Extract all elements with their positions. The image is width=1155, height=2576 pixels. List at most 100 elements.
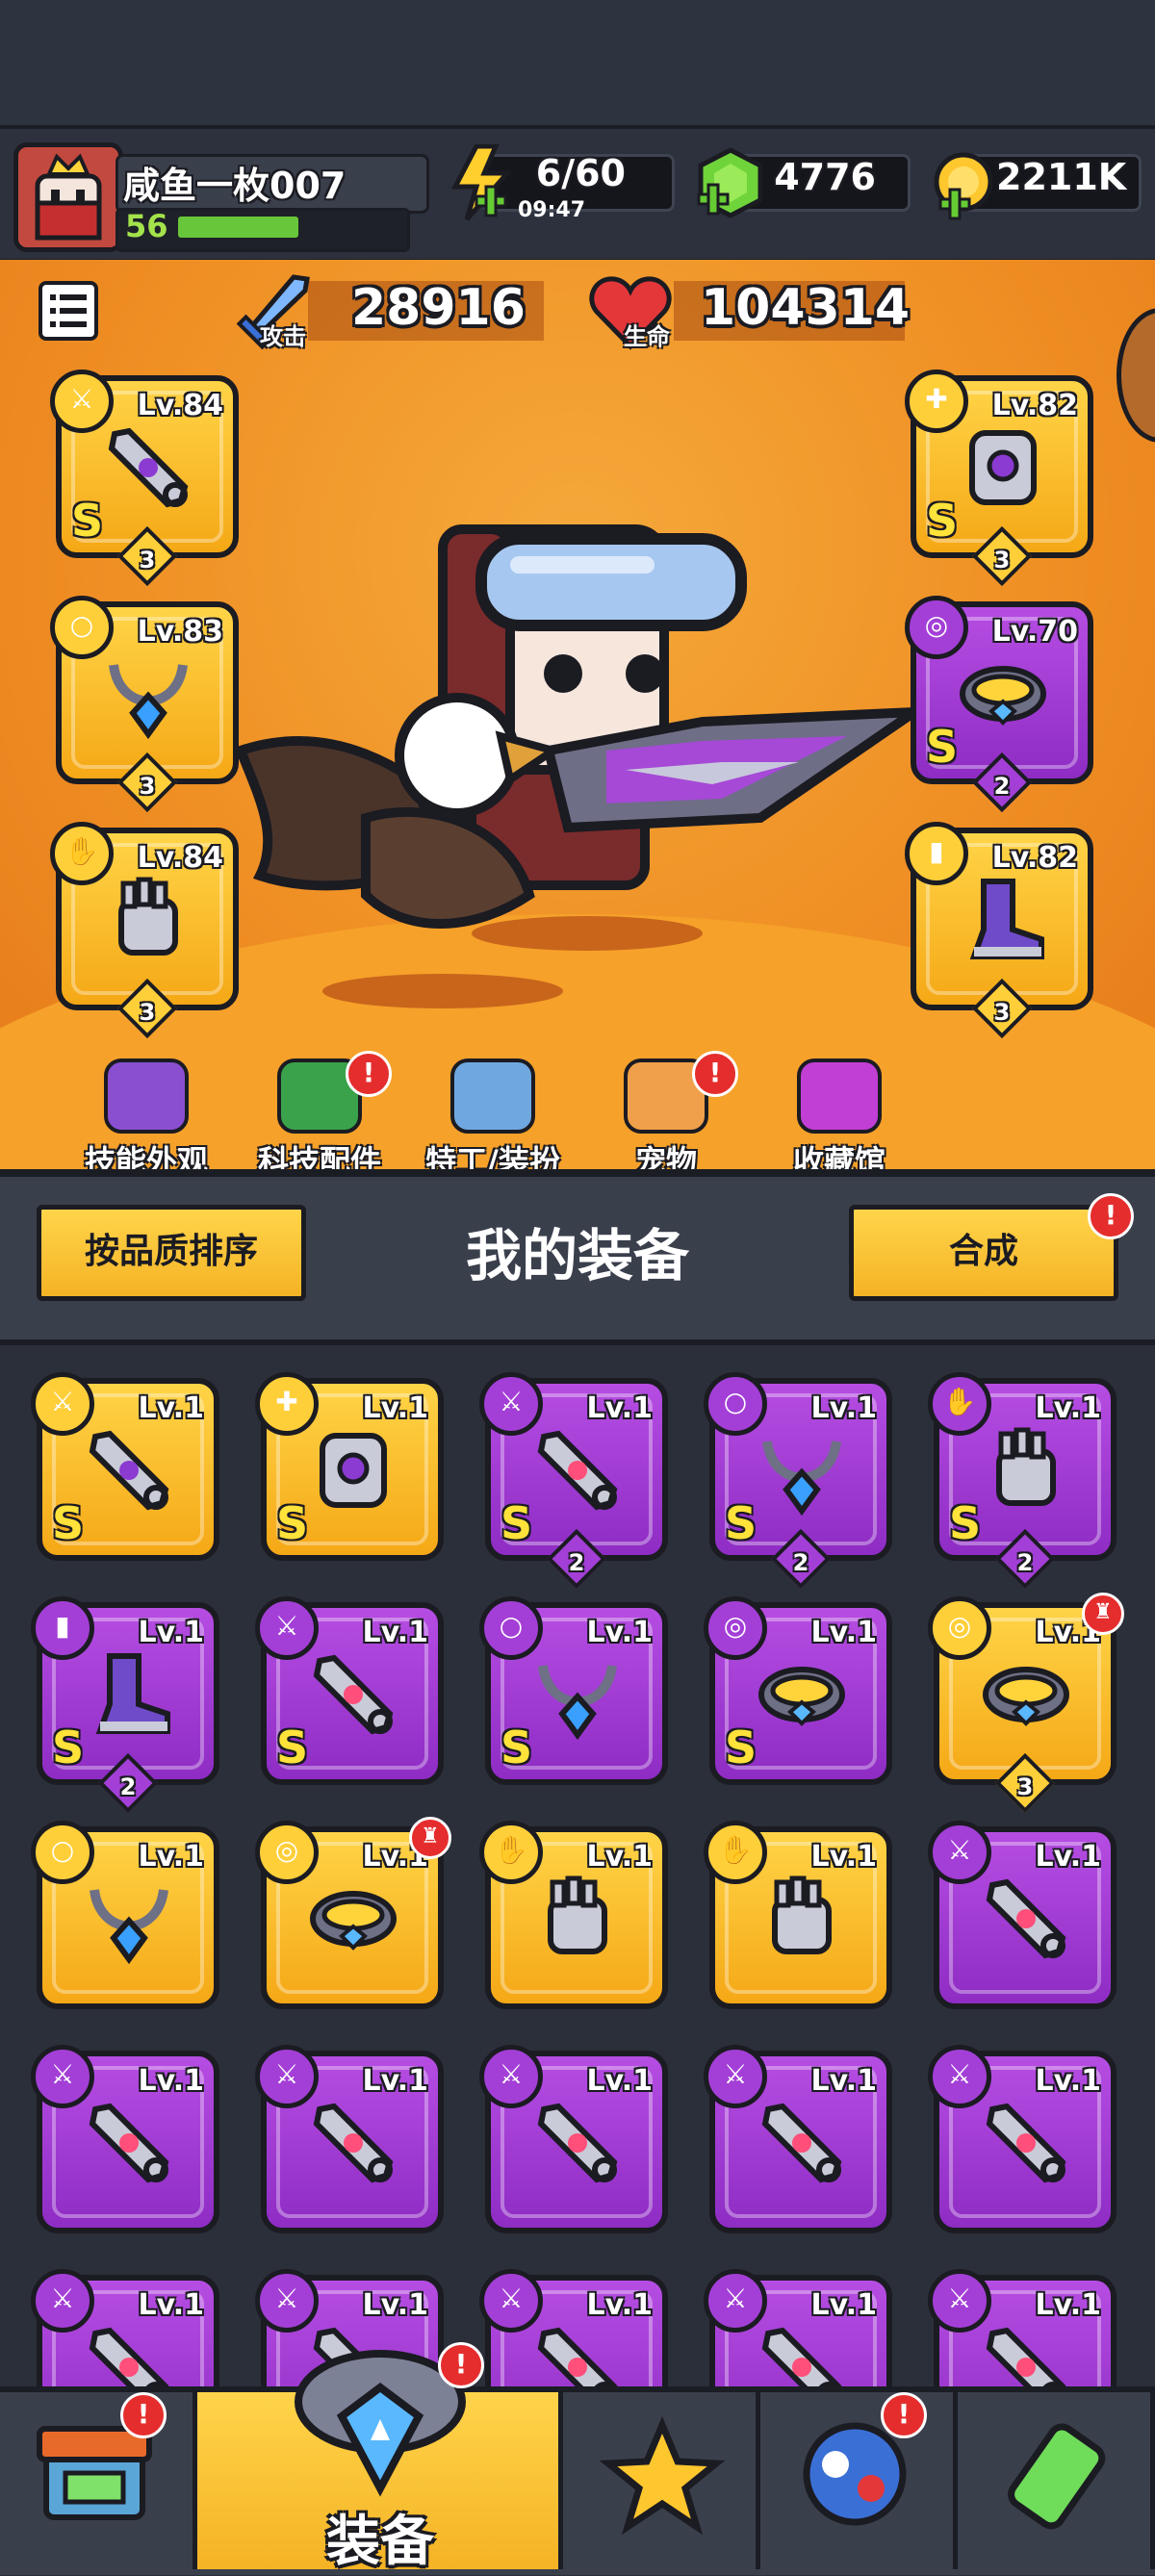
equipped-necklace[interactable]: ○ Lv.83 3 [50,596,239,813]
boots-type-icon: ▮ [31,1596,94,1660]
menu-list-icon[interactable] [38,281,98,341]
nav-battle[interactable] [563,2392,760,2569]
inventory-weapon[interactable]: ⚔ Lv.1 [479,2045,668,2233]
inventory-armor[interactable]: ✚ Lv.1 S [255,1372,444,1561]
armor-alert-icon: ♜ [1082,1593,1124,1635]
hp-label: 生命 [624,323,670,350]
necklace-type-icon: ○ [31,1821,94,1884]
equipped-belt[interactable]: ◎ Lv.70 S 2 [905,596,1093,813]
menu-item-1[interactable]: 科技配件 ! [238,1051,401,1180]
boots-icon [81,1646,177,1743]
item-level: Lv.1 [586,1840,654,1874]
item-grade: S [949,1497,982,1549]
weapon-type-icon: ⚔ [255,2269,319,2333]
inventory-weapon[interactable]: ⚔ Lv.1 [704,2045,892,2233]
inventory-weapon[interactable]: ⚔ Lv.1 [928,1821,1116,2009]
weapon-icon [529,1422,626,1518]
alert-badge: ! [120,2392,167,2438]
boots-icon [955,872,1051,968]
inventory-belt[interactable]: ◎ Lv.1 ♜ [255,1817,451,2009]
item-star-count: 2 [568,1549,585,1576]
item-level: Lv.1 [1035,2288,1102,2322]
gloves-type-icon: ✋ [50,822,114,885]
weapon-icon [81,1422,177,1518]
gloves-type-icon: ✋ [928,1372,991,1436]
hero-character[interactable] [221,510,932,1014]
inventory-weapon[interactable]: ⚔ Lv.1 [704,2269,892,2392]
player-avatar[interactable] [13,142,123,252]
item-star-count: 3 [139,999,156,1026]
necklace-type-icon: ○ [479,1596,543,1660]
necklace-icon [81,1871,177,1967]
item-grade: S [926,721,959,773]
armor-icon [305,1422,401,1518]
nav-stars[interactable]: ! [760,2392,958,2569]
merge-button[interactable]: 合成 [849,1205,1118,1301]
item-level: Lv.1 [1035,1391,1102,1425]
menu-item-2[interactable]: 特工/装扮 [411,1058,575,1180]
menu-item-4[interactable]: 收藏馆 [757,1058,921,1180]
inventory-weapon[interactable]: ⚔ Lv.1 [928,2045,1116,2233]
item-grade: S [500,1497,533,1549]
menu-item-3[interactable]: 宠物 ! [584,1051,748,1180]
item-star-count: 2 [792,1549,809,1576]
nav-shop[interactable]: ! [0,2392,197,2569]
item-level: Lv.70 [991,615,1078,649]
inventory-belt[interactable]: ◎ Lv.1 S [704,1596,892,1785]
inventory-gloves[interactable]: ✋ Lv.1 [479,1821,668,2009]
item-level: Lv.1 [810,2064,878,2098]
inventory-gloves[interactable]: ✋ Lv.1 [704,1821,892,2009]
armor-type-icon: ✚ [905,370,968,433]
inventory-grid: ⚔ Lv.1 S ✚ Lv.1 S ⚔ Lv.1 S 2 ○ Lv.1 S 2 … [0,1339,1155,2392]
inventory-weapon[interactable]: ⚔ Lv.1 [31,2045,219,2233]
item-level: Lv.1 [362,1616,429,1649]
item-grade: S [500,1722,533,1773]
nav-equipment[interactable]: 装备! [197,2342,563,2573]
weapon-icon [529,2319,626,2392]
ninja-avatar-icon [18,147,118,247]
item-grade: S [926,495,959,547]
weapon-icon [81,2319,177,2392]
hat-icon [104,1058,189,1134]
item-grade: S [725,1497,757,1549]
inventory-gloves[interactable]: ✋ Lv.1 S 2 [928,1372,1116,1590]
weapon-icon [100,420,196,516]
inventory-weapon[interactable]: ⚔ Lv.1 [255,2045,444,2233]
inventory-weapon[interactable]: ⚔ Lv.1 [31,2269,219,2392]
chest-icon [797,1058,882,1134]
alert-badge: ! [438,2342,484,2388]
gloves-icon [978,1422,1074,1518]
inventory-weapon[interactable]: ⚔ Lv.1 [928,2269,1116,2392]
item-level: Lv.1 [138,1391,205,1425]
inventory-weapon[interactable]: ⚔ Lv.1 S 2 [479,1372,668,1590]
belt-type-icon: ◎ [905,596,968,659]
weapon-type-icon: ⚔ [31,2269,94,2333]
inventory-necklace[interactable]: ○ Lv.1 S 2 [704,1372,892,1590]
inventory-weapon[interactable]: ⚔ Lv.1 S [255,1596,444,1785]
inventory-necklace[interactable]: ○ Lv.1 [31,1821,219,2009]
menu-item-0[interactable]: 技能外观 [64,1058,228,1180]
gloves-icon [100,872,196,968]
equipped-weapon[interactable]: ⚔ Lv.84 S 3 [50,370,239,587]
inventory-boots[interactable]: ▮ Lv.1 S 2 [31,1596,219,1814]
weapon-type-icon: ⚔ [928,2269,991,2333]
inventory-necklace[interactable]: ○ Lv.1 S [479,1596,668,1785]
weapon-type-icon: ⚔ [479,2045,543,2108]
equipped-gloves[interactable]: ✋ Lv.84 3 [50,822,239,1039]
inventory-weapon[interactable]: ⚔ Lv.1 S [31,1372,219,1561]
item-star-count: 2 [1016,1549,1034,1576]
nav-lab[interactable] [958,2392,1155,2569]
belt-type-icon: ◎ [928,1596,991,1660]
item-level: Lv.1 [810,1616,878,1649]
armor-type-icon: ✚ [255,1372,319,1436]
inventory-weapon[interactable]: ⚔ Lv.1 [479,2269,668,2392]
coin-icon[interactable] [929,149,998,224]
equipped-boots[interactable]: ▮ Lv.82 3 [905,822,1093,1039]
weapon-type-icon: ⚔ [255,1596,319,1660]
inventory-belt[interactable]: ◎ Lv.1 3 ♜ [928,1593,1124,1814]
gem-icon[interactable] [695,146,766,225]
item-level: Lv.1 [810,2288,878,2322]
item-grade: S [52,1722,85,1773]
item-level: Lv.1 [138,2064,205,2098]
equipped-armor[interactable]: ✚ Lv.82 S 3 [905,370,1093,587]
